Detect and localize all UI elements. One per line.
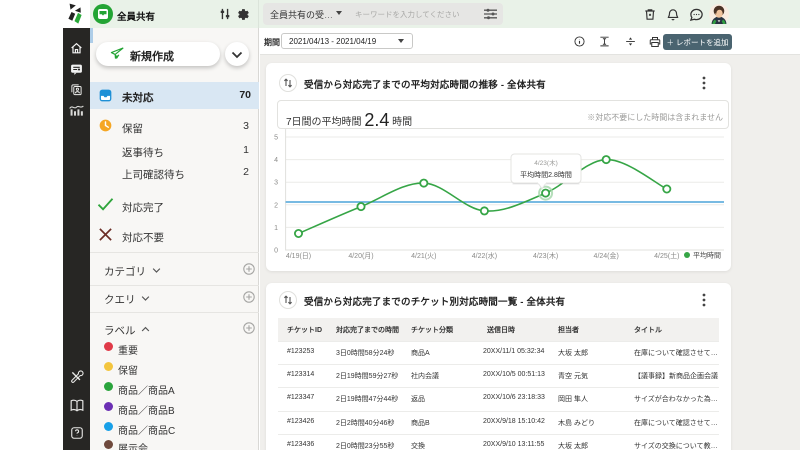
svg-text:平均時間: 平均時間 — [693, 251, 721, 260]
svg-text:4/21(火): 4/21(火) — [411, 252, 436, 260]
svg-text:0: 0 — [274, 248, 278, 255]
svg-text:4/20(月): 4/20(月) — [348, 252, 373, 260]
svg-text:4/23(木): 4/23(木) — [534, 158, 557, 167]
svg-text:4/24(金): 4/24(金) — [594, 251, 619, 260]
svg-text:4: 4 — [274, 157, 278, 164]
svg-text:4/25(土): 4/25(土) — [654, 251, 679, 260]
svg-text:1: 1 — [274, 225, 278, 232]
svg-text:3: 3 — [274, 180, 278, 187]
svg-text:2: 2 — [274, 202, 278, 209]
svg-text:4/19(日): 4/19(日) — [286, 252, 311, 260]
svg-text:5: 5 — [274, 135, 278, 142]
svg-text:4/23(木): 4/23(木) — [533, 251, 558, 260]
svg-text:平均時間2.8時間: 平均時間2.8時間 — [520, 170, 572, 179]
svg-text:4/22(水): 4/22(水) — [472, 251, 497, 260]
